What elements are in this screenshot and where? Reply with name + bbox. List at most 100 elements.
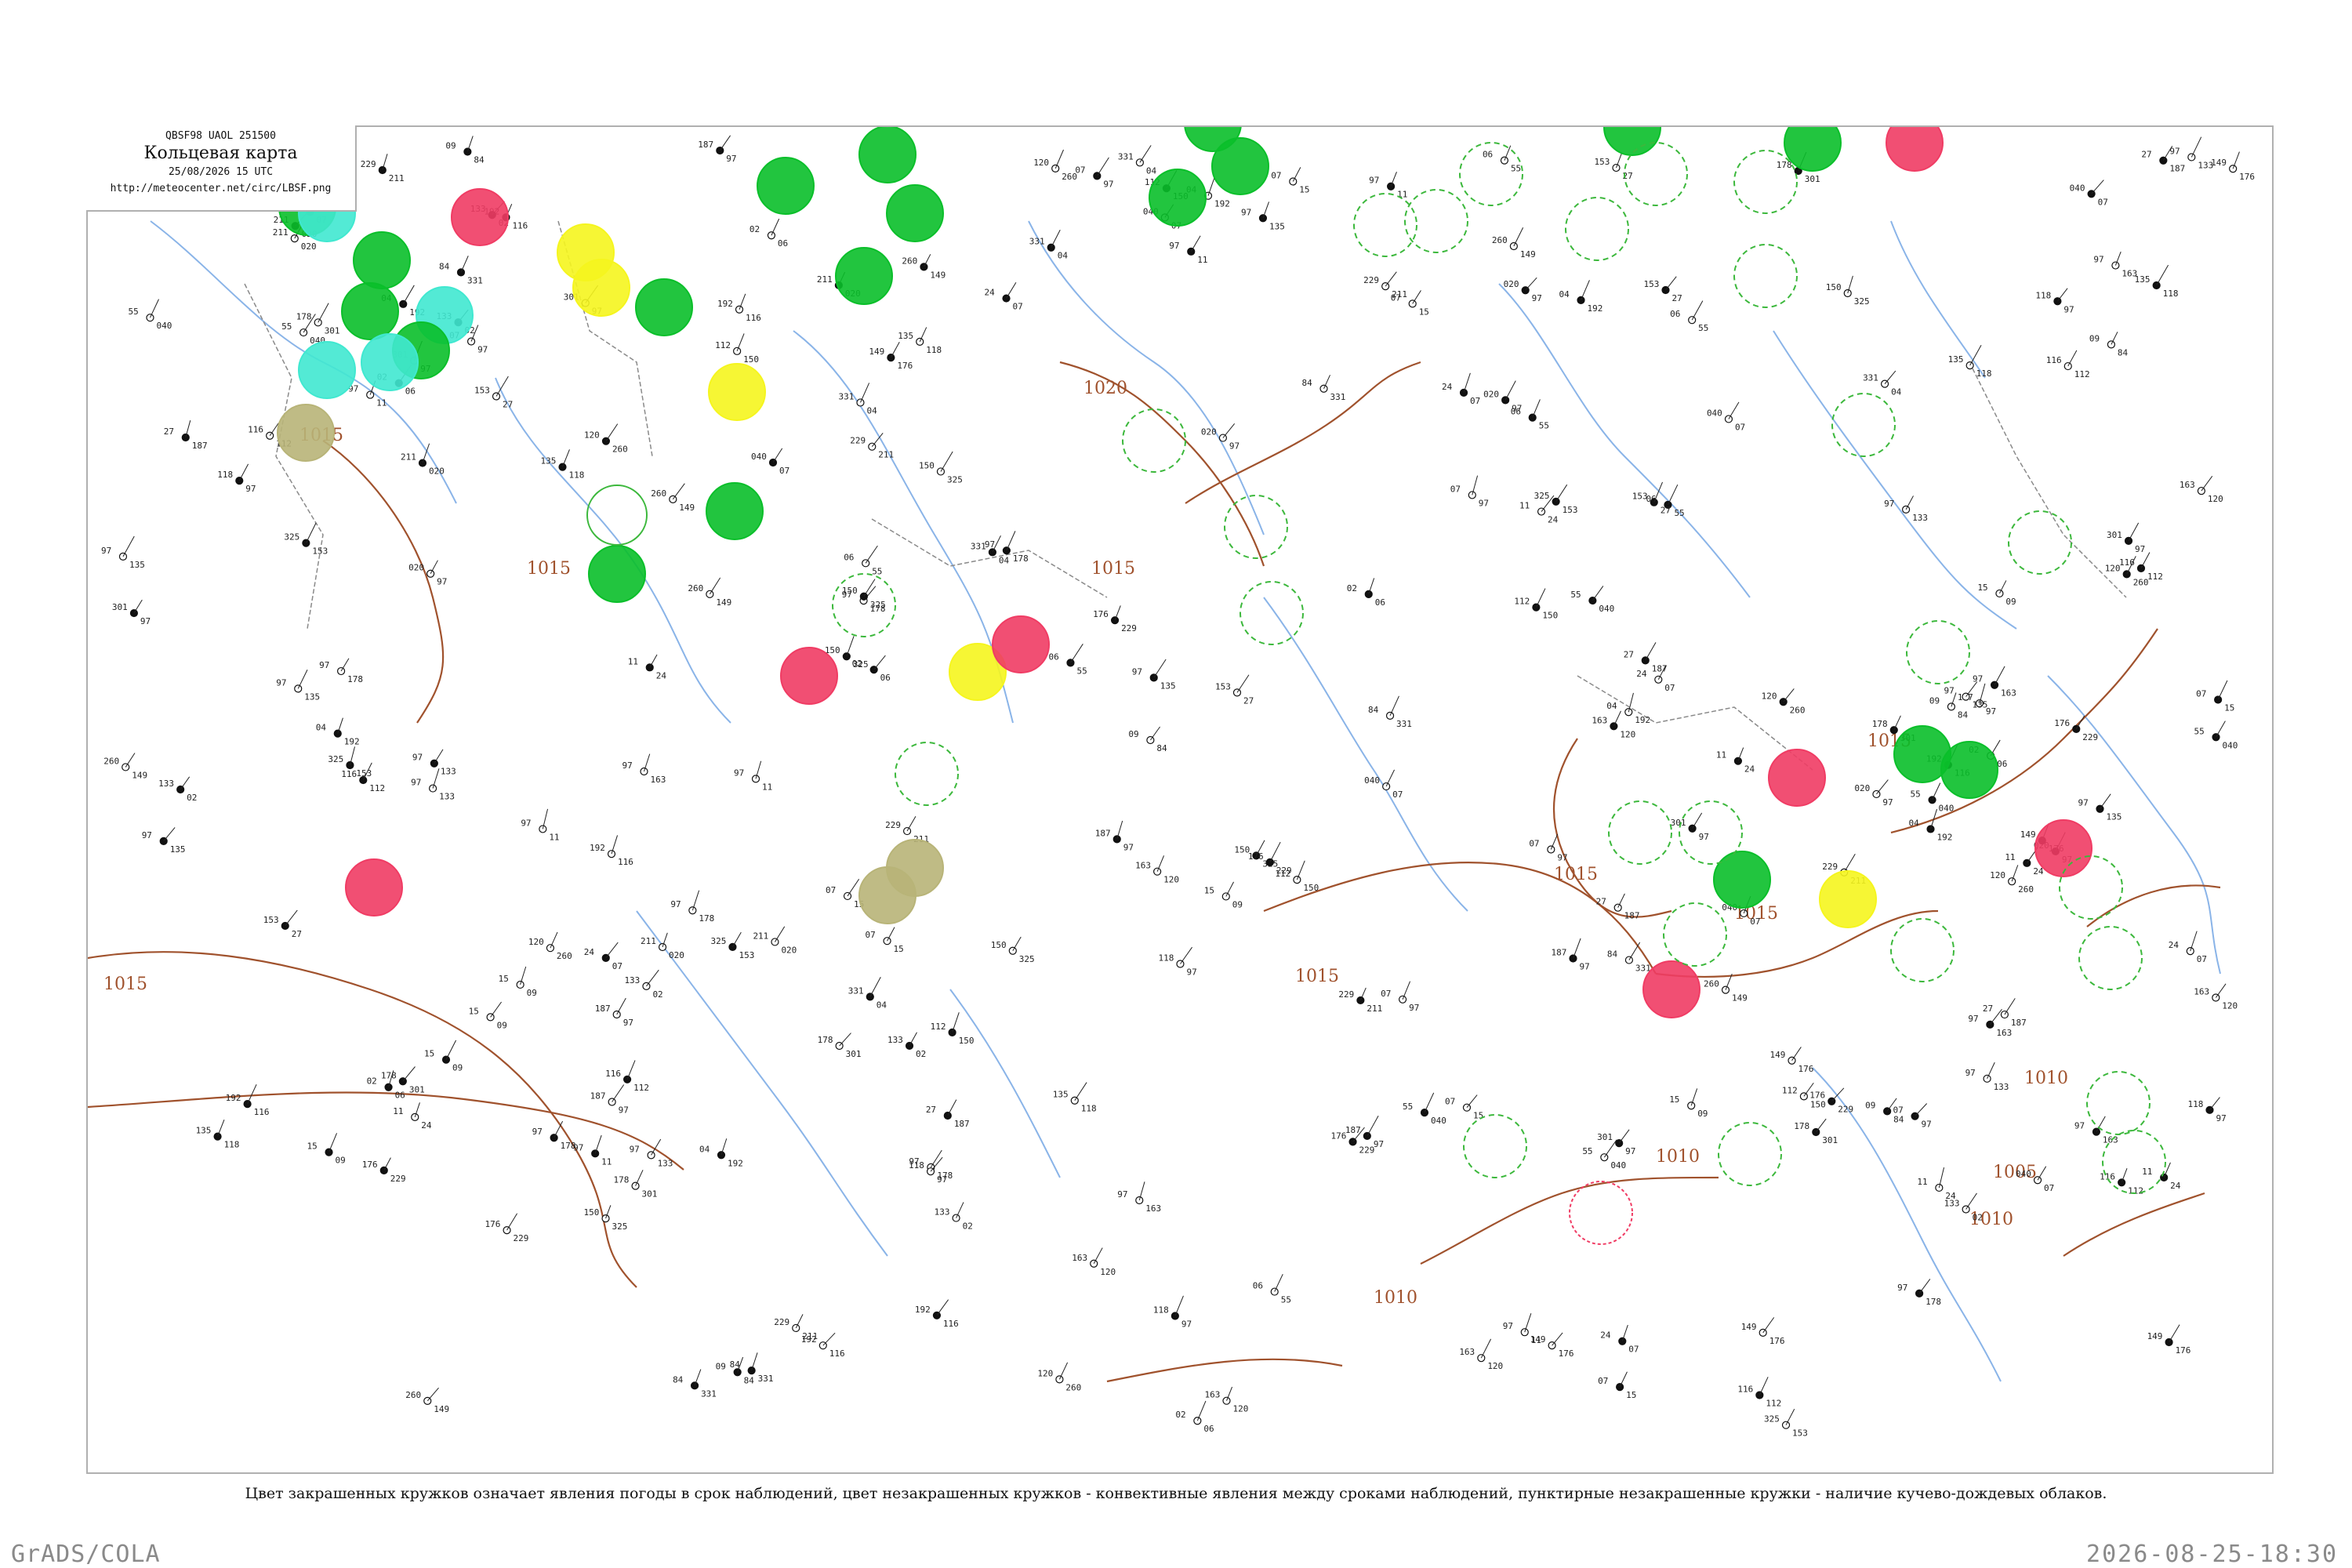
wind-barb bbox=[1402, 981, 1411, 1000]
thunderstorm-phenomenon-marker bbox=[451, 188, 509, 246]
station-value: 331 bbox=[467, 275, 483, 285]
wind-barb bbox=[402, 285, 415, 305]
wind-barb bbox=[125, 753, 136, 768]
station-value: 15 bbox=[1977, 583, 1987, 593]
cumulonimbus-marker bbox=[2008, 510, 2072, 575]
station-value: 120 bbox=[1232, 1404, 1248, 1414]
station-value: 97 bbox=[1409, 1003, 1419, 1013]
station-value: 02 bbox=[652, 989, 662, 1000]
station-value: 07 bbox=[1470, 396, 1480, 406]
isobar-line bbox=[2086, 884, 2221, 927]
station-value: 120 bbox=[584, 430, 600, 441]
station-value: 229 bbox=[885, 820, 901, 830]
station-value: 331 bbox=[758, 1374, 774, 1384]
wind-barb bbox=[1692, 812, 1703, 829]
station-value: 020 bbox=[1483, 389, 1499, 399]
station-value: 325 bbox=[853, 659, 869, 670]
source-url[interactable]: http://meteocenter.net/circ/LBSF.png bbox=[86, 183, 355, 194]
station-value: 020 bbox=[781, 945, 797, 955]
isobar-label: 1010 bbox=[2024, 1069, 2068, 1088]
wind-barb bbox=[1532, 399, 1541, 418]
station-value: 24 bbox=[1548, 515, 1559, 525]
station-value: 040 bbox=[2016, 1169, 2031, 1179]
station-value: 97 bbox=[521, 818, 531, 828]
wind-barb bbox=[1905, 495, 1914, 510]
station-value: 112 bbox=[931, 1022, 946, 1032]
shower-phenomenon-marker bbox=[361, 333, 419, 391]
wind-barb bbox=[1876, 779, 1889, 795]
station-value: 97 bbox=[1169, 241, 1179, 251]
station-value: 55 bbox=[1539, 421, 1549, 431]
map-title: Кольцевая карта bbox=[143, 143, 298, 163]
station-value: 27 bbox=[926, 1105, 936, 1115]
station-value: 211 bbox=[389, 173, 405, 183]
cumulonimbus-marker bbox=[1565, 197, 1629, 261]
station-value: 331 bbox=[1118, 151, 1134, 162]
station-value: 02 bbox=[750, 224, 760, 234]
wind-barb bbox=[1613, 710, 1621, 727]
wind-barb bbox=[217, 1119, 225, 1137]
station-marker bbox=[767, 231, 776, 240]
station-value: 11 bbox=[1519, 501, 1530, 511]
station-value: 229 bbox=[1121, 623, 1137, 633]
wind-barb bbox=[2100, 793, 2111, 810]
station-value: 07 bbox=[1664, 683, 1675, 693]
cumulonimbus-marker bbox=[1718, 1122, 1782, 1186]
station-value: 133 bbox=[1912, 513, 1928, 523]
station-value: 211 bbox=[1392, 289, 1407, 299]
station-value: 11 bbox=[628, 656, 638, 666]
station-value: 120 bbox=[1037, 1368, 1053, 1378]
station-value: 325 bbox=[1534, 491, 1550, 501]
station-value: 211 bbox=[641, 936, 656, 946]
station-value: 55 bbox=[128, 307, 138, 317]
wind-barb bbox=[1385, 769, 1395, 787]
station-value: 07 bbox=[826, 885, 836, 895]
wind-barb bbox=[1139, 145, 1152, 163]
station-value: 325 bbox=[612, 1221, 628, 1232]
station-value: 118 bbox=[926, 345, 942, 355]
station-value: 02 bbox=[916, 1049, 926, 1059]
station-value: 040 bbox=[751, 452, 767, 462]
river-line bbox=[1498, 283, 1751, 598]
station-value: 97 bbox=[1369, 176, 1379, 186]
haze-phenomenon-marker bbox=[277, 404, 335, 462]
wind-barb bbox=[1969, 344, 1982, 366]
station-value: 149 bbox=[1732, 993, 1748, 1004]
station-value: 97 bbox=[2216, 1113, 2226, 1123]
wind-barb bbox=[771, 218, 780, 236]
wind-barb bbox=[2216, 720, 2226, 738]
station-value: 11 bbox=[1197, 255, 1207, 265]
wind-barb bbox=[1552, 1332, 1563, 1346]
wind-barb bbox=[865, 545, 878, 564]
station-value: 27 bbox=[1661, 506, 1671, 516]
wind-barb bbox=[1965, 1192, 1977, 1210]
wind-barb bbox=[605, 942, 619, 959]
station-value: 15 bbox=[424, 1049, 434, 1059]
station-value: 163 bbox=[1204, 1390, 1220, 1400]
station-value: 11 bbox=[762, 782, 772, 792]
station-value: 09 bbox=[527, 988, 537, 998]
station-value: 176 bbox=[1093, 609, 1109, 619]
station-value: 040 bbox=[1610, 1160, 1626, 1171]
station-value: 116 bbox=[943, 1319, 959, 1329]
wind-barb bbox=[1573, 938, 1581, 959]
wind-barb bbox=[605, 423, 619, 441]
map-canvas: 1015101510151020101510151015101010101010… bbox=[88, 127, 2255, 1439]
wind-barb bbox=[1513, 227, 1524, 247]
thunderstorm-phenomenon-marker bbox=[992, 615, 1050, 673]
station-value: 09 bbox=[1232, 899, 1243, 909]
station-value: 260 bbox=[1492, 235, 1508, 245]
station-value: 150 bbox=[743, 354, 759, 365]
station-value: 176 bbox=[2176, 1345, 2191, 1356]
station-value: 09 bbox=[1697, 1109, 1708, 1119]
station-value: 150 bbox=[842, 586, 858, 596]
station-value: 040 bbox=[1364, 775, 1380, 786]
wind-barb bbox=[1932, 782, 1941, 800]
map-header: QBSF98 UAOL 251500 Кольцевая карта 25/08… bbox=[86, 125, 357, 212]
station-value: 27 bbox=[2141, 150, 2151, 160]
station-value: 15 bbox=[1204, 885, 1214, 895]
station-value: 135 bbox=[1053, 1090, 1069, 1100]
wind-barb bbox=[1006, 282, 1017, 299]
station-value: 11 bbox=[2142, 1167, 2152, 1177]
station-value: 24 bbox=[656, 670, 667, 681]
